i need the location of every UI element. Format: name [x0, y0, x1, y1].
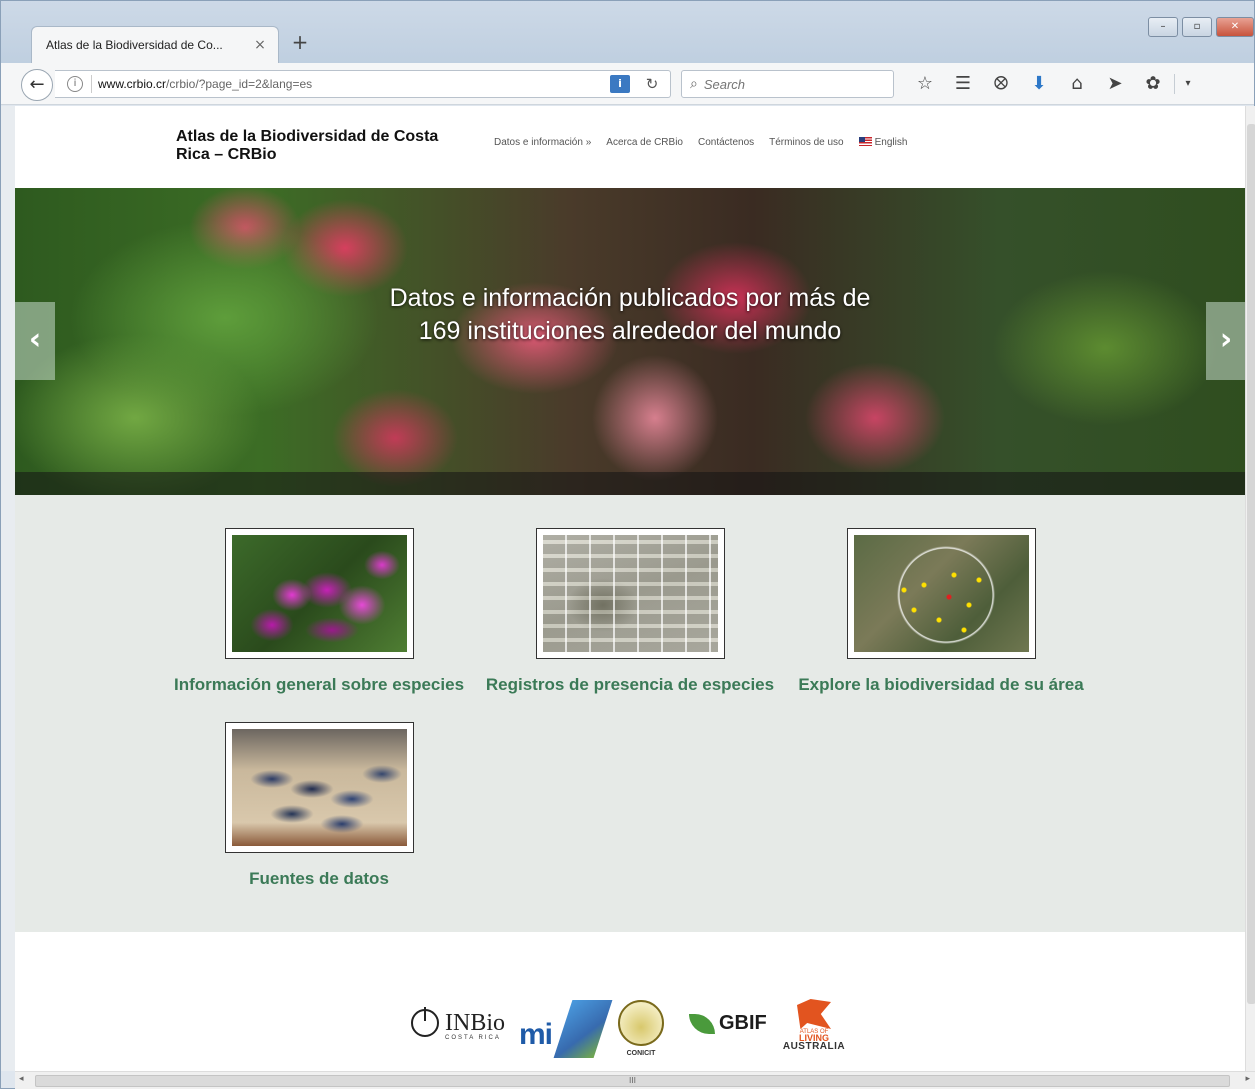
url-text[interactable]: www.crbio.cr/crbio/?page_id=2&lang=es [98, 77, 610, 91]
inbio-icon [411, 1007, 439, 1037]
maximize-button[interactable]: ▫ [1182, 17, 1212, 37]
feature-thumbnail[interactable] [846, 528, 1036, 659]
page-viewport: Atlas de la Biodiversidad de Costa Rica … [15, 106, 1245, 1071]
back-button[interactable]: ← [21, 69, 53, 101]
micitt-logo[interactable]: mi [519, 1000, 613, 1060]
search-bar[interactable]: ⌕ [681, 70, 894, 98]
url-divider [91, 75, 92, 93]
feature-label[interactable]: Registros de presencia de especies [480, 675, 780, 695]
url-path: /crbio/?page_id=2&lang=es [166, 77, 313, 91]
ala-australia: AUSTRALIA [782, 1041, 846, 1052]
orchid-photo [231, 535, 407, 652]
gbif-leaf-icon [689, 1013, 715, 1034]
partner-logos: INBio COSTA RICA mi CONICIT GBIF ATLAS O… [15, 932, 1245, 1071]
reload-icon[interactable]: ↻ [640, 75, 664, 93]
conicit-logo[interactable]: CONICIT [615, 1000, 667, 1066]
chevron-left-icon: ‹ [28, 322, 42, 357]
toolbar-icons: ☆ ☰ ⭙ ⬇ ⌂ ➤ ✿ ▾ ≡ [906, 71, 1255, 97]
tab-title: Atlas de la Biodiversidad de Co... [46, 38, 223, 52]
search-input[interactable] [703, 76, 874, 92]
conicit-wordmark: CONICIT [626, 1050, 656, 1057]
conicit-seal-icon [618, 1000, 664, 1046]
hero-caption-line-1: Datos e información publicados por más d… [389, 284, 871, 312]
scroll-right-icon[interactable]: ▸ [1245, 1074, 1250, 1084]
nav-english[interactable]: English [858, 137, 908, 148]
send-icon[interactable]: ➤ [1096, 71, 1134, 97]
star-icon[interactable]: ☆ [906, 71, 944, 97]
window-controls: – ▫ ✕ [1148, 17, 1254, 37]
feature-informacion-general[interactable]: Información general sobre especies [169, 528, 469, 695]
reader-view-icon[interactable]: i [610, 75, 630, 93]
feature-thumbnail[interactable] [224, 722, 414, 853]
feature-label[interactable]: Fuentes de datos [169, 869, 469, 889]
slider-prev-button[interactable]: ‹ [15, 302, 55, 380]
nav-terminos-de-uso[interactable]: Términos de uso [769, 137, 843, 148]
search-icon: ⌕ [690, 76, 698, 92]
feature-label[interactable]: Información general sobre especies [169, 675, 469, 695]
nav-datos-informacion[interactable]: Datos e información » [494, 137, 591, 148]
horizontal-scroll-thumb[interactable]: III [35, 1075, 1230, 1087]
features-section: Información general sobre especies Regis… [15, 495, 1245, 932]
toolbar-divider [1174, 74, 1175, 94]
feature-fuentes-datos[interactable]: Fuentes de datos [169, 722, 469, 889]
hero-slider: Datos e información publicados por más d… [15, 188, 1245, 495]
pocket-icon[interactable]: ⭙ [982, 71, 1020, 97]
download-icon[interactable]: ⬇ [1020, 71, 1058, 97]
nav-english-label: English [874, 137, 908, 148]
ala-mark-icon [797, 999, 831, 1029]
browser-tab[interactable]: Atlas de la Biodiversidad de Co... × [31, 26, 279, 63]
arrow-left-icon: ← [29, 74, 45, 95]
ala-logo[interactable]: ATLAS OF LIVING AUSTRALIA [778, 999, 850, 1059]
hero-caption: Datos e información publicados por más d… [15, 282, 1245, 348]
url-host: www.crbio.cr [98, 77, 167, 91]
feature-label[interactable]: Explore la biodiversidad de su área [791, 675, 1091, 695]
nav-contactenos[interactable]: Contáctenos [698, 137, 754, 148]
menu-icon[interactable]: ≡ [1199, 71, 1255, 97]
feature-thumbnail[interactable] [224, 528, 414, 659]
info-icon[interactable]: i [67, 76, 83, 92]
site-nav: Datos e información » Acerca de CRBio Co… [494, 137, 907, 148]
vertical-scrollbar[interactable] [1245, 106, 1255, 1071]
inbio-logo[interactable]: INBio COSTA RICA [411, 1007, 505, 1041]
inbio-wordmark: INBio [445, 1010, 505, 1036]
horizontal-scrollbar[interactable]: ◂ III ▸ [15, 1071, 1255, 1089]
reading-list-icon[interactable]: ☰ [944, 71, 982, 97]
slider-next-button[interactable]: › [1206, 302, 1245, 380]
address-bar[interactable]: i www.crbio.cr/crbio/?page_id=2&lang=es … [55, 70, 671, 98]
tab-close-icon[interactable]: × [252, 37, 268, 53]
micitt-wordmark: mi [519, 1018, 553, 1051]
hero-caption-line-2: 169 instituciones alrededor del mundo [418, 317, 842, 345]
nav-acerca-de[interactable]: Acerca de CRBio [606, 137, 683, 148]
extension-icon[interactable]: ✿ [1134, 71, 1172, 97]
title-bar: Atlas de la Biodiversidad de Co... × + –… [1, 1, 1254, 63]
minimize-button[interactable]: – [1148, 17, 1178, 37]
vertical-scroll-thumb[interactable] [1247, 124, 1255, 1004]
inbio-subtitle: COSTA RICA [445, 1035, 501, 1041]
chevron-down-icon[interactable]: ▾ [1177, 71, 1199, 97]
butterfly-collection-photo [231, 729, 407, 846]
occurrence-map [853, 535, 1029, 652]
gbif-logo[interactable]: GBIF [689, 1012, 767, 1035]
us-flag-icon [858, 137, 872, 146]
page-left-margin [1, 106, 15, 1071]
feature-explore-area[interactable]: Explore la biodiversidad de su área [791, 528, 1091, 695]
close-window-button[interactable]: ✕ [1216, 17, 1254, 37]
site-title[interactable]: Atlas de la Biodiversidad de Costa Rica … [176, 128, 476, 164]
chevron-right-icon: › [1219, 322, 1233, 357]
new-tab-button[interactable]: + [288, 29, 312, 55]
feature-thumbnail[interactable] [535, 528, 725, 659]
site-header: Atlas de la Biodiversidad de Costa Rica … [15, 106, 1245, 188]
feature-registros-presencia[interactable]: Registros de presencia de especies [480, 528, 780, 695]
home-icon[interactable]: ⌂ [1058, 71, 1096, 97]
browser-window: Atlas de la Biodiversidad de Co... × + –… [0, 0, 1255, 1089]
gbif-wordmark: GBIF [719, 1012, 767, 1034]
micitt-shape-icon [553, 1000, 613, 1058]
specimen-drawers-photo [542, 535, 718, 652]
scroll-left-icon[interactable]: ◂ [19, 1074, 24, 1084]
hero-bottom-band [15, 472, 1245, 495]
navigation-toolbar: ← i www.crbio.cr/crbio/?page_id=2&lang=e… [1, 63, 1255, 105]
